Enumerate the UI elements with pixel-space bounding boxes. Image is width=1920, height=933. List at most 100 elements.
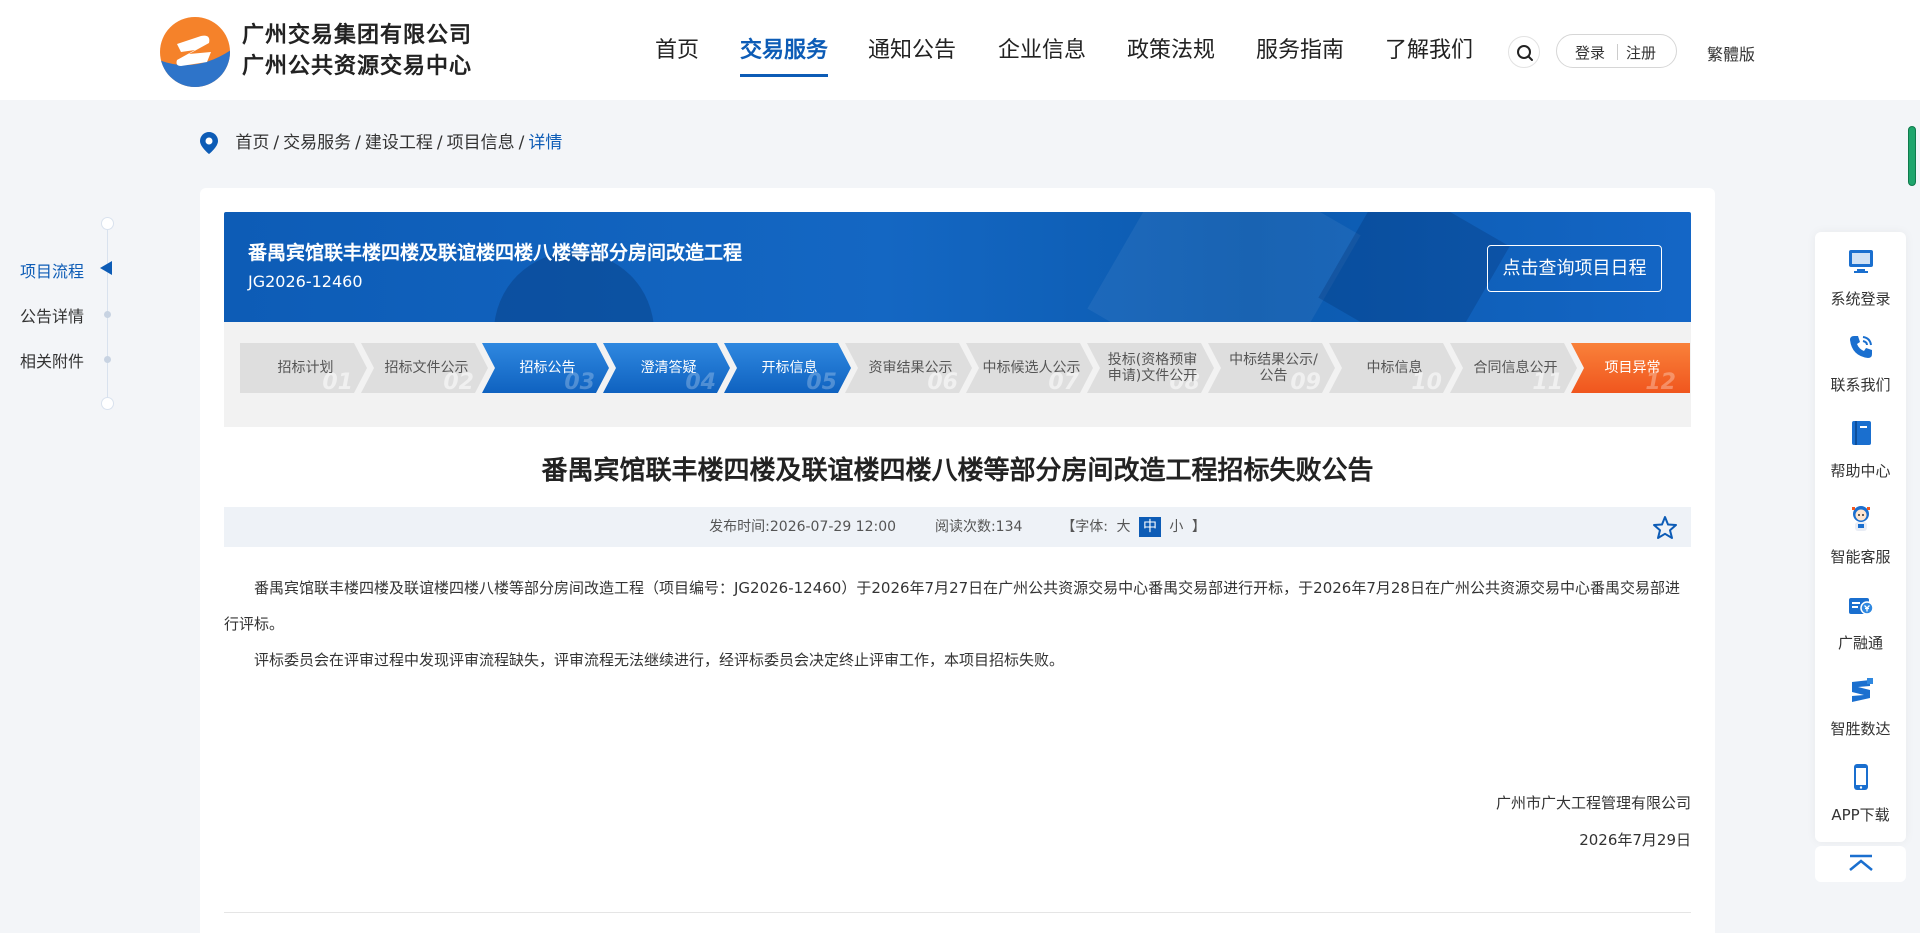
font-size-large[interactable]: 大	[1112, 519, 1134, 535]
phone-icon	[1850, 336, 1872, 358]
left-section-nav: 项目流程 公告详情 相关附件	[0, 215, 120, 415]
article-meta: 发布时间:2026-07-29 12:00 阅读次数:134 【字体: 大 中 …	[224, 507, 1691, 547]
smart-service-button[interactable]: 智能客服	[1815, 490, 1906, 576]
nav-home[interactable]: 首页	[655, 36, 699, 66]
breadcrumb-separator: /	[436, 133, 443, 153]
search-icon	[1517, 45, 1533, 61]
step-05[interactable]: 05 开标信息	[724, 343, 851, 393]
system-login-label: 系统登录	[1830, 290, 1891, 308]
auth-box: 登录 注册	[1556, 34, 1677, 68]
nav-about-us[interactable]: 了解我们	[1385, 36, 1473, 66]
left-nav-track-end	[101, 397, 114, 410]
breadcrumb-home[interactable]: 首页	[235, 133, 269, 153]
login-link[interactable]: 登录	[1575, 42, 1605, 63]
font-size-medium[interactable]: 中	[1138, 517, 1161, 537]
step-label: 中标结果公示/公告	[1229, 352, 1318, 384]
project-title: 番禺宾馆联丰楼四楼及联谊楼四楼八楼等部分房间改造工程	[248, 242, 743, 264]
step-02[interactable]: 02 招标文件公示	[361, 343, 488, 393]
read-count: 134	[995, 519, 1023, 535]
logo-title-2: 广州公共资源交易中心	[242, 54, 473, 79]
chevron-up-icon	[1849, 854, 1873, 871]
help-center-button[interactable]: 帮助中心	[1815, 404, 1906, 490]
breadcrumb-construction[interactable]: 建设工程	[365, 133, 433, 153]
location-pin-icon	[200, 132, 218, 154]
book-icon	[1852, 421, 1871, 445]
left-nav-dot	[104, 356, 111, 363]
logo-text: 广州交易集团有限公司 广州公共资源交易中心	[242, 20, 472, 82]
step-10[interactable]: 10 中标信息	[1329, 343, 1456, 393]
step-label: 开标信息	[761, 360, 818, 376]
article-meta-bar: 发布时间:2026-07-29 12:00 阅读次数:134 【字体: 大 中 …	[224, 507, 1691, 547]
left-nav-project-flow[interactable]: 项目流程	[20, 258, 84, 282]
publish-time: 2026-07-29 12:00	[769, 519, 897, 535]
step-11[interactable]: 11 合同信息公开	[1450, 343, 1577, 393]
article-paragraph: 评标委员会在评审过程中发现评审流程缺失，评审流程无法继续进行，经评标委员会决定终…	[254, 651, 1065, 669]
breadcrumb-separator: /	[273, 133, 280, 153]
robot-icon	[1852, 506, 1870, 531]
app-download-label: APP下载	[1831, 806, 1890, 824]
breadcrumb-project-info[interactable]: 项目信息	[447, 133, 515, 153]
auth-divider	[1617, 44, 1618, 60]
step-label: 招标文件公示	[384, 360, 469, 376]
font-size-small[interactable]: 小	[1165, 519, 1187, 535]
left-nav-track-start	[101, 217, 114, 230]
nav-enterprise-info[interactable]: 企业信息	[998, 36, 1086, 66]
data-icon	[1852, 678, 1873, 702]
back-to-top-button[interactable]	[1815, 846, 1906, 882]
register-link[interactable]: 注册	[1626, 42, 1656, 63]
detail-card: 番禺宾馆联丰楼四楼及联谊楼四楼八楼等部分房间改造工程 JG2026-12460 …	[200, 188, 1715, 933]
publish-time-label: 发布时间:	[709, 519, 770, 535]
favorite-star-icon[interactable]	[1652, 515, 1678, 541]
scrollbar-thumb[interactable]	[1908, 126, 1916, 186]
query-schedule-button[interactable]: 点击查询项目日程	[1487, 245, 1662, 292]
contact-us-label: 联系我们	[1830, 376, 1891, 394]
guangrongtong-label: 广融通	[1837, 634, 1883, 652]
article-title: 番禺宾馆联丰楼四楼及联谊楼四楼八楼等部分房间改造工程招标失败公告	[541, 456, 1374, 486]
nav-trading-services[interactable]: 交易服务	[740, 36, 828, 66]
step-04[interactable]: 04 澄清答疑	[603, 343, 730, 393]
nav-notices[interactable]: 通知公告	[868, 36, 956, 66]
nav-active-indicator	[740, 74, 828, 77]
step-01[interactable]: 01 招标计划	[240, 343, 367, 393]
divider	[224, 912, 1691, 913]
left-nav-dot	[104, 311, 111, 318]
nav-policies[interactable]: 政策法规	[1127, 36, 1215, 66]
breadcrumb-current: 详情	[528, 133, 563, 153]
contact-us-button[interactable]: 联系我们	[1815, 318, 1906, 404]
step-label: 合同信息公开	[1473, 360, 1558, 376]
search-button[interactable]	[1508, 36, 1540, 68]
logo-title-1: 广州交易集团有限公司	[242, 23, 473, 48]
app-download-button[interactable]: APP下载	[1815, 748, 1906, 834]
left-nav-active-arrow-icon	[100, 261, 112, 275]
step-label: 资审结果公示	[868, 360, 953, 376]
help-center-label: 帮助中心	[1830, 462, 1891, 480]
mobile-icon	[1854, 764, 1868, 790]
sign-date: 2026年7月29日	[1579, 831, 1691, 849]
step-08[interactable]: 08 投标(资格预审申请)文件公开	[1087, 343, 1214, 393]
nav-service-guide[interactable]: 服务指南	[1256, 36, 1344, 66]
system-login-button[interactable]: 系统登录	[1815, 232, 1906, 318]
right-float-toolbar: 系统登录 联系我们 帮助中心 智能客服 广融通 智胜数达 APP下载	[1815, 232, 1906, 842]
site-header: 广州交易集团有限公司 广州公共资源交易中心 首页 交易服务 通知公告 企业信息 …	[0, 0, 1920, 100]
zhisheng-shuda-button[interactable]: 智胜数达	[1815, 662, 1906, 748]
breadcrumb-trading-services[interactable]: 交易服务	[283, 133, 351, 153]
article-paragraph: 番禺宾馆联丰楼四楼及联谊楼四楼八楼等部分房间改造工程（项目编号：JG2026-1…	[224, 579, 1680, 633]
logo-icon[interactable]	[159, 16, 231, 88]
left-nav-announcement-details[interactable]: 公告详情	[20, 303, 84, 327]
step-06[interactable]: 06 资审结果公示	[845, 343, 972, 393]
banner-decoration	[1087, 212, 1361, 322]
breadcrumb-separator: /	[355, 133, 361, 153]
step-label: 澄清答疑	[640, 360, 697, 376]
font-size-prefix: 【字体:	[1061, 519, 1109, 535]
traditional-chinese-link[interactable]: 繁體版	[1707, 41, 1755, 65]
step-07[interactable]: 07 中标候选人公示	[966, 343, 1093, 393]
step-label: 中标信息	[1366, 360, 1423, 376]
step-09[interactable]: 09 中标结果公示/公告	[1208, 343, 1335, 393]
left-nav-attachments[interactable]: 相关附件	[20, 348, 84, 372]
step-12[interactable]: 12 项目异常	[1571, 343, 1690, 393]
guangrongtong-button[interactable]: 广融通	[1815, 576, 1906, 662]
step-03[interactable]: 03 招标公告	[482, 343, 609, 393]
font-size-suffix: 】	[1191, 519, 1206, 535]
project-steps: 01 招标计划 02 招标文件公示 03 招标公告 04 澄清答疑 05 开标信息 06 资审结果公示…	[224, 322, 1691, 427]
step-label: 招标计划	[277, 360, 334, 376]
